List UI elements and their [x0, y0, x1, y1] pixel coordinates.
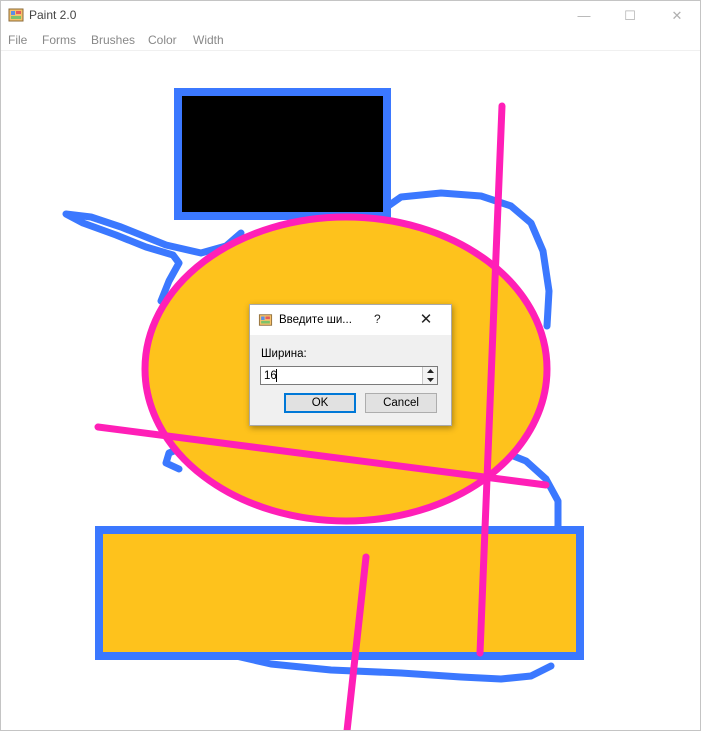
black-rectangle [174, 88, 391, 220]
paint-app-icon [258, 314, 273, 326]
spin-down-button[interactable] [423, 376, 437, 384]
dialog-close-button[interactable]: ✕ [416, 311, 436, 329]
orange-rectangle [95, 526, 584, 660]
ok-button[interactable]: OK [284, 393, 356, 413]
dialog-title: Введите ши... [279, 314, 352, 326]
dialog-title-bar: Введите ши... ? ✕ [250, 305, 451, 335]
menu-bar: File Forms Brushes Color Width [1, 30, 700, 51]
dialog-help-button[interactable]: ? [374, 312, 381, 326]
menu-brushes[interactable]: Brushes [91, 33, 135, 48]
spin-buttons [422, 367, 437, 384]
paint-app-icon [8, 8, 24, 22]
menu-width[interactable]: Width [193, 33, 224, 48]
maximize-button[interactable]: ☐ [607, 1, 653, 30]
width-input-dialog: Введите ши... ? ✕ Ширина: 16 OK Cancel [249, 304, 452, 426]
title-bar: Paint 2.0 — ☐ ✕ [1, 1, 700, 30]
width-spinbox[interactable]: 16 [260, 366, 438, 385]
minimize-button[interactable]: — [561, 1, 607, 30]
menu-color[interactable]: Color [148, 33, 177, 48]
close-button[interactable]: ✕ [654, 1, 700, 30]
text-caret [276, 369, 277, 382]
width-label: Ширина: [261, 348, 307, 360]
app-window: Paint 2.0 — ☐ ✕ File Forms Brushes Color… [0, 0, 701, 731]
window-title: Paint 2.0 [29, 8, 77, 22]
spin-up-button[interactable] [423, 367, 437, 375]
chevron-down-icon [426, 378, 434, 382]
cancel-button[interactable]: Cancel [365, 393, 437, 413]
width-input[interactable]: 16 [264, 369, 277, 383]
menu-file[interactable]: File [8, 33, 27, 48]
menu-forms[interactable]: Forms [42, 33, 76, 48]
chevron-up-icon [426, 369, 434, 373]
